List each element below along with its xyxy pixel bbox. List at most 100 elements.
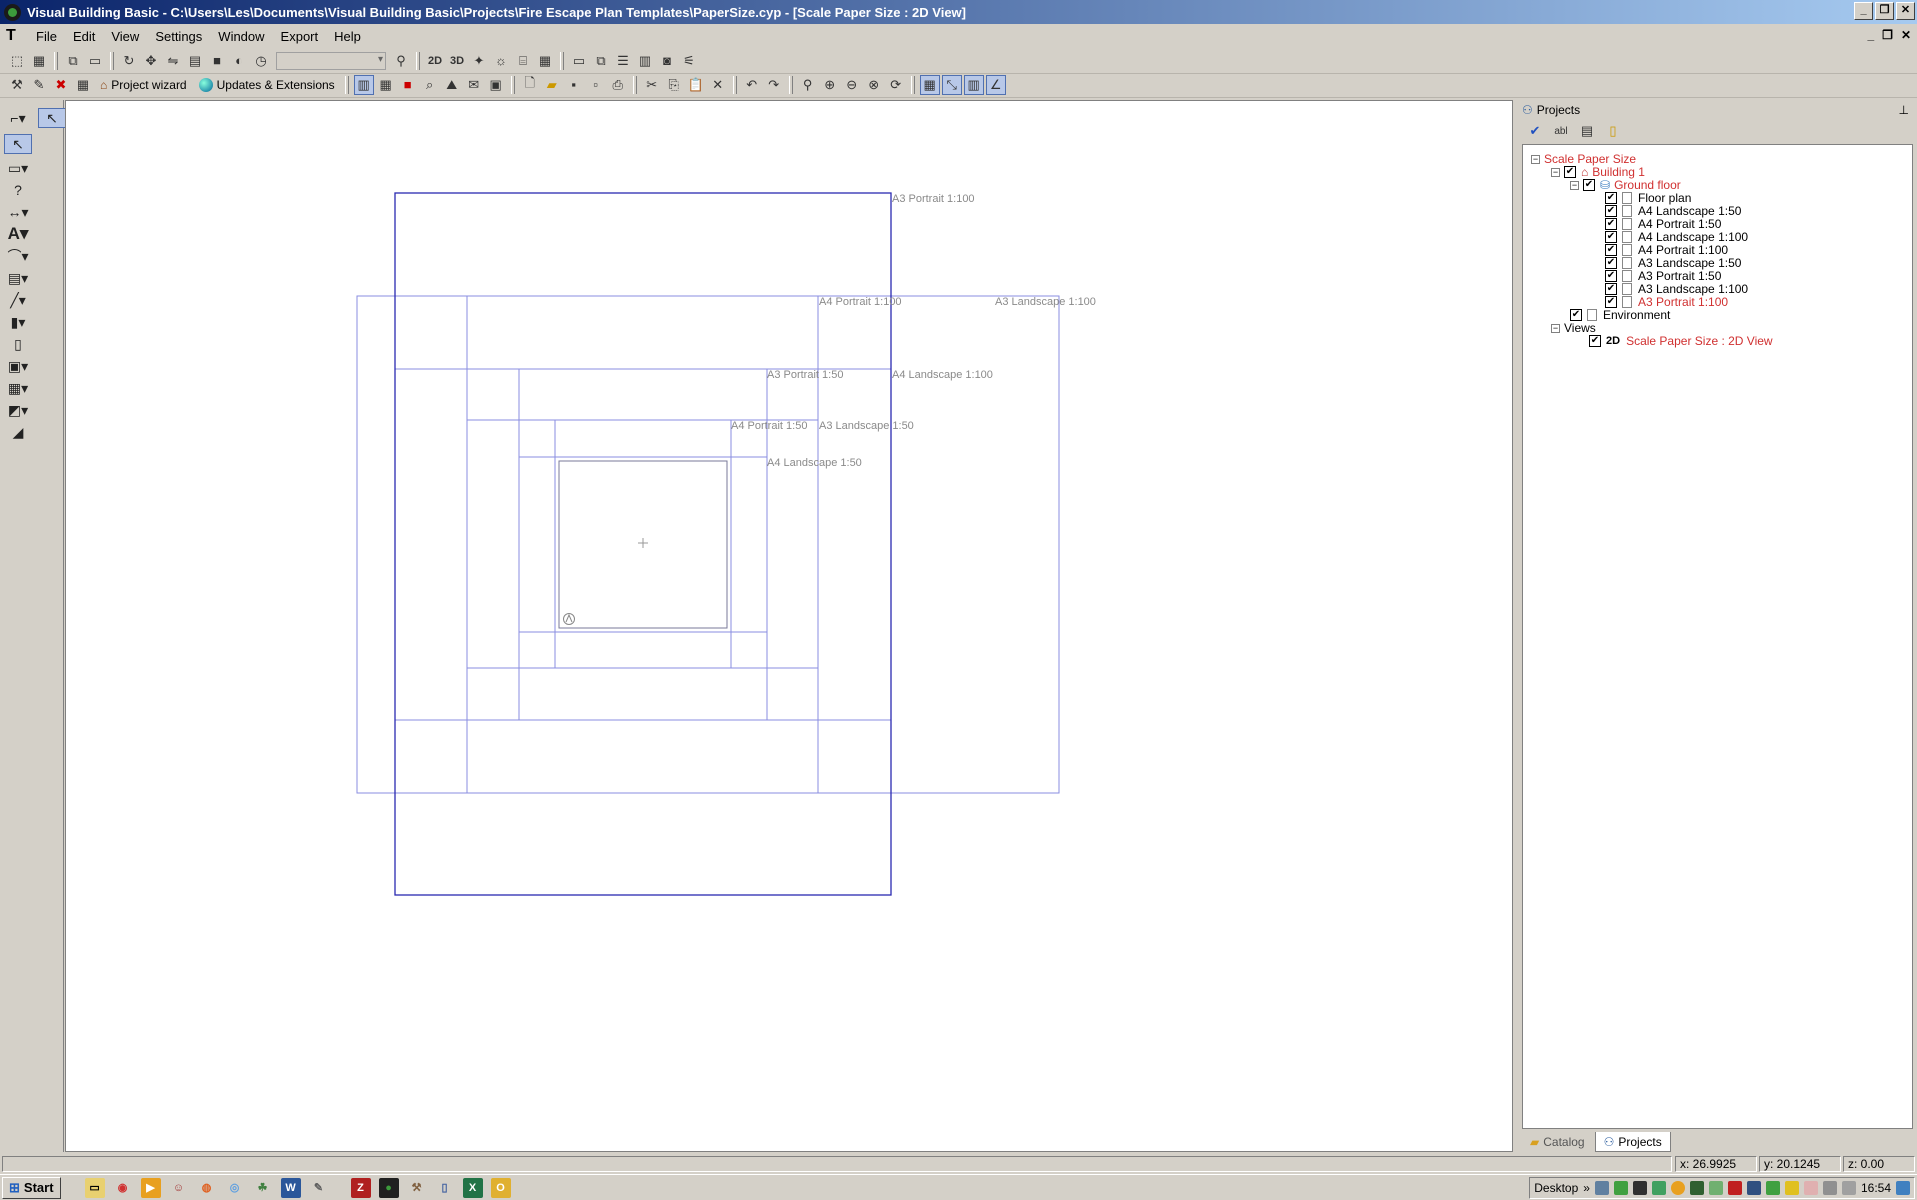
floor-tool-icon[interactable]: ◩▾ bbox=[4, 400, 32, 420]
hatch-tool-icon[interactable]: ▤▾ bbox=[4, 268, 32, 288]
network-app-icon[interactable]: ☘ bbox=[253, 1178, 273, 1198]
mdi-minimize-icon[interactable]: _ bbox=[1867, 28, 1874, 42]
polyline-tool-icon[interactable]: ⌒▾ bbox=[4, 246, 32, 266]
rename-icon[interactable]: abl bbox=[1551, 121, 1571, 141]
shield-icon[interactable] bbox=[1613, 1181, 1628, 1195]
checkmark-icon[interactable]: ✔ bbox=[1525, 121, 1545, 141]
vpn-icon[interactable] bbox=[1784, 1181, 1799, 1195]
signal-icon[interactable] bbox=[1822, 1181, 1837, 1195]
roof-tool-icon[interactable]: ▦▾ bbox=[4, 378, 32, 398]
move-icon[interactable]: ✥ bbox=[141, 51, 161, 71]
line-tool-icon[interactable]: ╱▾ bbox=[4, 290, 32, 310]
collapse-icon[interactable]: − bbox=[1531, 154, 1540, 164]
ramp-tool-icon[interactable]: ◢ bbox=[4, 422, 32, 442]
tool-app-icon[interactable]: ⚒ bbox=[407, 1178, 427, 1198]
pin-icon[interactable]: ⊥ bbox=[1899, 103, 1909, 117]
menu-settings[interactable]: Settings bbox=[147, 29, 210, 44]
wand-icon[interactable]: ✦ bbox=[469, 51, 489, 71]
menu-edit[interactable]: Edit bbox=[65, 29, 103, 44]
clock-icon[interactable]: ◷ bbox=[251, 51, 271, 71]
rotate-icon[interactable]: ↻ bbox=[119, 51, 139, 71]
filezilla-icon[interactable]: Z bbox=[350, 1177, 371, 1198]
show-desktop-icon[interactable] bbox=[1896, 1181, 1910, 1195]
battery-icon[interactable] bbox=[1765, 1181, 1780, 1195]
help-pointer-icon[interactable]: ? bbox=[4, 180, 32, 200]
excel-icon[interactable]: X bbox=[462, 1177, 483, 1198]
alert-icon[interactable] bbox=[1670, 1181, 1685, 1195]
text-tool-icon[interactable]: A▾ bbox=[4, 224, 32, 244]
user-app-icon[interactable]: ☺ bbox=[169, 1178, 189, 1198]
blocked-icon[interactable] bbox=[1803, 1181, 1818, 1195]
calculator-icon[interactable]: ▦ bbox=[73, 75, 93, 95]
wall-icon[interactable]: ▤ bbox=[185, 51, 205, 71]
color-fill-icon[interactable]: ■ bbox=[398, 75, 418, 95]
close-button[interactable]: ✕ bbox=[1896, 2, 1915, 20]
tab-catalog[interactable]: ▰ Catalog bbox=[1522, 1132, 1593, 1152]
terrain-icon[interactable]: ⛰ bbox=[442, 75, 462, 95]
mirror-icon[interactable]: ⇋ bbox=[163, 51, 183, 71]
copy-icon[interactable]: ⎘ bbox=[664, 75, 684, 95]
word-icon[interactable]: W bbox=[280, 1177, 301, 1198]
door-tool-icon[interactable]: ▯ bbox=[4, 334, 32, 354]
grid-icon[interactable]: ▦ bbox=[535, 51, 555, 71]
redo-icon[interactable]: ↷ bbox=[764, 75, 784, 95]
binoculars-icon[interactable]: ⚲ bbox=[391, 51, 411, 71]
explorer-icon[interactable]: ▭ bbox=[84, 1177, 105, 1198]
delete-tool-icon[interactable]: ✖ bbox=[51, 75, 71, 95]
zoom-icon[interactable]: ⚲ bbox=[798, 75, 818, 95]
chevron-icon[interactable]: » bbox=[1583, 1181, 1590, 1195]
properties-icon[interactable]: ▤ bbox=[1577, 121, 1597, 141]
picture-icon[interactable]: ▣ bbox=[486, 75, 506, 95]
text-note-icon[interactable]: ✉ bbox=[464, 75, 484, 95]
refresh-icon[interactable]: ⟳ bbox=[886, 75, 906, 95]
project-wizard-button[interactable]: ⌂ Project wizard bbox=[94, 78, 193, 92]
app-menu-icon[interactable]: T bbox=[6, 27, 24, 45]
menu-window[interactable]: Window bbox=[210, 29, 272, 44]
new-file-icon[interactable]: 🗋 bbox=[520, 75, 540, 95]
measure-icon[interactable]: ⌕ bbox=[420, 75, 440, 95]
tab-projects[interactable]: ⚇ Projects bbox=[1594, 1132, 1671, 1152]
layers-icon[interactable]: ▦ bbox=[29, 51, 49, 71]
tree-view-item[interactable]: ✔ 2D Scale Paper Size : 2D View bbox=[1589, 333, 1773, 349]
dimension-tool-icon[interactable]: ↔▾ bbox=[4, 202, 32, 222]
select-tool-icon[interactable]: ↖ bbox=[38, 108, 66, 128]
collapse-icon[interactable]: − bbox=[1551, 323, 1560, 333]
new-page-icon[interactable]: ▯ bbox=[1603, 121, 1623, 141]
screen-icon[interactable] bbox=[1746, 1181, 1761, 1195]
window-tool-icon[interactable]: ▣▾ bbox=[4, 356, 32, 376]
layer-select[interactable] bbox=[276, 51, 386, 70]
sync-icon[interactable] bbox=[1651, 1181, 1666, 1195]
copy-object-icon[interactable]: ⧉ bbox=[63, 51, 83, 71]
stairs-tool-icon[interactable]: ⌐▾ bbox=[4, 108, 32, 128]
volume-icon[interactable] bbox=[1841, 1181, 1856, 1195]
column-tool-icon[interactable]: ▮▾ bbox=[4, 312, 32, 332]
window-tile-v-icon[interactable]: ▥ bbox=[635, 51, 655, 71]
window-cascade-icon[interactable]: ⧉ bbox=[591, 51, 611, 71]
chrome-icon[interactable]: ◉ bbox=[113, 1178, 133, 1198]
floor-checkbox[interactable]: ✔ bbox=[1583, 179, 1595, 191]
snap-angle-icon[interactable]: ∠ bbox=[985, 74, 1006, 95]
snap-cursor-icon[interactable]: ⤡ bbox=[941, 74, 962, 95]
tools-icon[interactable]: ⚒ bbox=[7, 75, 27, 95]
zoom-out-icon[interactable]: ⊖ bbox=[842, 75, 862, 95]
check-icon[interactable] bbox=[1708, 1181, 1723, 1195]
clock[interactable]: 16:54 bbox=[1861, 1181, 1891, 1195]
print-icon[interactable]: ⎙ bbox=[608, 75, 628, 95]
pencil-icon[interactable]: ✎ bbox=[29, 75, 49, 95]
stairs-icon[interactable]: ⌸ bbox=[513, 51, 533, 71]
outlook-icon[interactable]: O bbox=[490, 1177, 511, 1198]
rectangle-select-icon[interactable]: ▭ bbox=[85, 51, 105, 71]
cube-icon[interactable]: ⬚ bbox=[7, 51, 27, 71]
collapse-icon[interactable]: − bbox=[1551, 167, 1560, 177]
network-icon[interactable] bbox=[1594, 1181, 1609, 1195]
snap-lines-icon[interactable]: ▥ bbox=[963, 74, 984, 95]
mdi-close-icon[interactable]: ✕ bbox=[1901, 28, 1911, 42]
browser-icon[interactable]: ◎ bbox=[225, 1178, 245, 1198]
film-icon[interactable]: ⚟ bbox=[679, 51, 699, 71]
minimize-button[interactable]: _ bbox=[1854, 2, 1873, 20]
grid-table-icon[interactable]: ▦ bbox=[376, 75, 396, 95]
window-tile-h-icon[interactable]: ☰ bbox=[613, 51, 633, 71]
antivirus-icon[interactable] bbox=[1727, 1181, 1742, 1195]
open-folder-icon[interactable]: ▰ bbox=[542, 75, 562, 95]
start-button[interactable]: ⊞ Start bbox=[2, 1176, 61, 1199]
